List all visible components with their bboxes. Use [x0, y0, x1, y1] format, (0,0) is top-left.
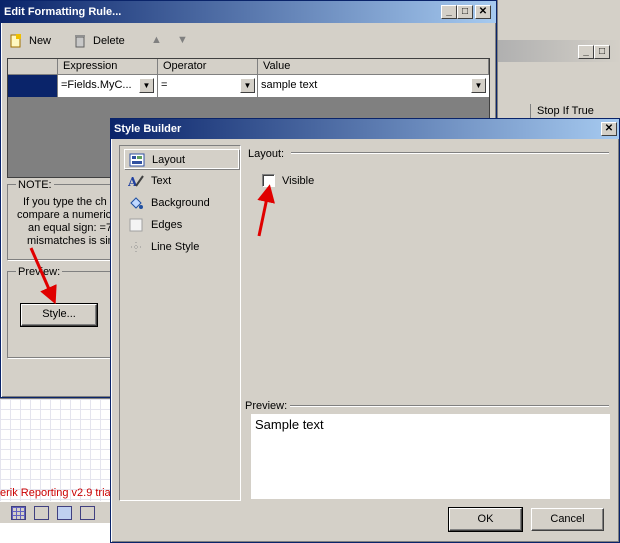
sidebar-label-text: Text	[151, 175, 172, 187]
designer-surface	[0, 398, 110, 501]
preview-box: Sample text	[251, 414, 610, 499]
maximize-button[interactable]: □	[457, 5, 473, 19]
ruler-icon[interactable]	[80, 506, 95, 520]
dialog-titlebar: Edit Formatting Rule...	[1, 1, 496, 23]
move-down-icon[interactable]: ▼	[177, 34, 189, 46]
sidebar-label-background: Background	[151, 197, 210, 209]
new-rule-button[interactable]: New	[10, 33, 60, 49]
trash-icon	[75, 35, 85, 48]
sidebar-label-line-style: Line Style	[151, 241, 200, 253]
move-up-icon[interactable]: ▲	[151, 34, 163, 46]
value-text: sample text	[261, 79, 318, 91]
layout-section-label: Layout:	[248, 148, 285, 160]
note-line-4: mismatches is sim	[27, 235, 117, 247]
sidebar-label-layout: Layout	[152, 154, 186, 166]
edges-icon	[129, 218, 143, 232]
new-rule-label: New	[29, 35, 52, 47]
expression-dropdown-button[interactable]: ▼	[139, 78, 154, 93]
style-builder-title: Style Builder	[114, 123, 182, 135]
maximize-button[interactable]: □	[594, 45, 610, 59]
style-builder-titlebar: Style Builder	[111, 119, 619, 139]
column-header-stop-if-true: Stop If True	[530, 104, 594, 118]
preview-label: Preview:	[16, 266, 63, 278]
expression-column-header: Expression	[58, 59, 158, 75]
status-text: erik Reporting v2.9 tria	[0, 487, 110, 499]
dialog-title: Edit Formatting Rule...	[4, 6, 122, 18]
close-button[interactable]: ✕	[475, 5, 491, 19]
layout-section-divider	[291, 152, 609, 154]
layout-icon	[129, 153, 145, 167]
minimize-button[interactable]: _	[578, 45, 594, 59]
line-style-icon	[131, 242, 141, 252]
expression-cell[interactable]: =Fields.MyC... ▼	[58, 75, 158, 97]
value-cell[interactable]: sample text ▼	[258, 75, 489, 97]
grid-toggle-icon[interactable]	[11, 506, 26, 520]
preview-section-divider	[290, 405, 609, 407]
operator-value: =	[161, 79, 168, 91]
operator-column-header: Operator	[158, 59, 258, 75]
cancel-button[interactable]: Cancel	[531, 508, 604, 531]
operator-dropdown-button[interactable]: ▼	[240, 78, 255, 93]
note-label: NOTE:	[16, 179, 54, 191]
note-line-2: compare a numeric	[17, 209, 112, 221]
style-button[interactable]: Style...	[20, 303, 98, 327]
expression-value: =Fields.MyC...	[61, 79, 132, 91]
text-icon: A	[128, 175, 144, 188]
grid-corner-header	[8, 59, 58, 75]
close-button[interactable]: ✕	[601, 122, 617, 136]
new-document-icon	[10, 34, 21, 48]
note-line-3: an equal sign: =7	[28, 222, 113, 234]
designer-toolbar	[0, 501, 110, 523]
visible-checkbox-label: Visible	[282, 175, 315, 187]
note-line-1: If you type the ch	[23, 196, 107, 208]
value-column-header: Value	[258, 59, 489, 75]
delete-rule-button[interactable]: Delete	[74, 33, 134, 49]
value-dropdown-button[interactable]: ▼	[471, 78, 486, 93]
snap-to-grid-icon[interactable]	[34, 506, 49, 520]
sidebar-item-layout[interactable]: Layout	[124, 149, 239, 169]
delete-rule-label: Delete	[93, 35, 125, 47]
preview-section-label: Preview:	[245, 400, 288, 412]
layout-icon[interactable]	[57, 506, 72, 520]
background-icon	[130, 197, 143, 209]
visible-checkbox[interactable]	[262, 174, 275, 187]
minimize-button[interactable]: _	[441, 5, 457, 19]
background-window: _ □ Stop If True	[497, 0, 620, 118]
sidebar-label-edges: Edges	[151, 219, 183, 231]
preview-sample-text: Sample text	[255, 417, 324, 432]
ok-button[interactable]: OK	[448, 507, 523, 532]
row-selector[interactable]	[8, 75, 58, 97]
operator-cell[interactable]: = ▼	[158, 75, 258, 97]
